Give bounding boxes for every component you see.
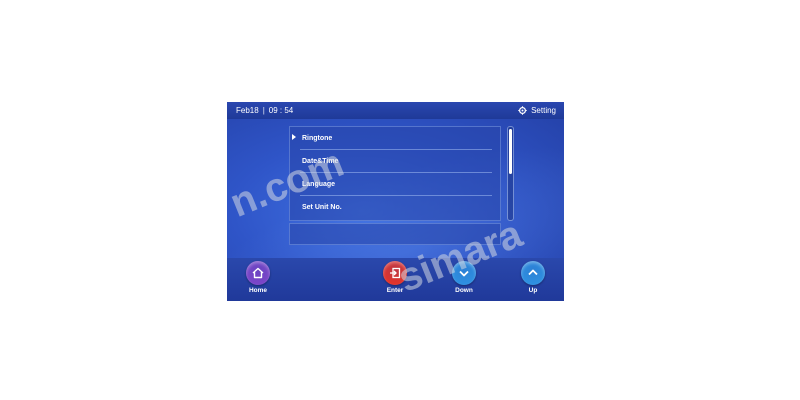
menu-item-label: Set Unit No. (302, 204, 342, 211)
date-text: Feb18 (236, 106, 259, 115)
chevron-down-icon (459, 270, 469, 277)
menu-item-set-unit-no[interactable]: Set Unit No. (300, 196, 492, 219)
selection-arrow-icon (292, 134, 296, 140)
screen-title: Setting (518, 106, 556, 115)
scrollbar-thumb[interactable] (509, 129, 512, 174)
datetime-separator: | (262, 106, 265, 115)
menu-item-ringtone[interactable]: Ringtone (292, 127, 492, 150)
info-bar (289, 223, 501, 245)
menu-item-label: Date&Time (302, 157, 339, 165)
gear-icon (518, 106, 527, 115)
enter-button-label: Enter (386, 287, 404, 294)
device-screen: Feb18 | 09 : 54 Setting Ringtone Date&Ti… (227, 102, 564, 301)
time-text: 09 : 54 (268, 106, 294, 115)
enter-button-circle (383, 261, 407, 285)
menu-item-label: Ringtone (302, 134, 333, 142)
home-button-label: Home (248, 287, 268, 294)
down-button[interactable]: Down (444, 261, 484, 301)
bottom-nav-bar: Home Enter Down Up (227, 258, 564, 301)
home-button[interactable]: Home (238, 261, 278, 301)
down-button-circle (452, 261, 476, 285)
enter-button[interactable]: Enter (375, 261, 415, 301)
menu-item-label: Language (302, 180, 336, 188)
menu-item-language[interactable]: Language (300, 173, 492, 196)
setting-title: Setting (531, 106, 556, 115)
datetime: Feb18 | 09 : 54 (236, 106, 293, 115)
status-bar: Feb18 | 09 : 54 Setting (227, 102, 564, 119)
enter-icon (390, 267, 401, 279)
settings-menu: Ringtone Date&Time Language Set Unit No. (289, 126, 501, 221)
menu-scrollbar[interactable] (507, 126, 514, 221)
chevron-up-icon (528, 269, 538, 276)
home-button-circle (246, 261, 270, 285)
home-icon (252, 267, 264, 279)
up-button-label: Up (528, 287, 538, 294)
down-button-label: Down (455, 287, 473, 294)
up-button-circle (521, 261, 545, 285)
up-button[interactable]: Up (513, 261, 553, 301)
menu-item-date-time[interactable]: Date&Time (300, 150, 492, 173)
